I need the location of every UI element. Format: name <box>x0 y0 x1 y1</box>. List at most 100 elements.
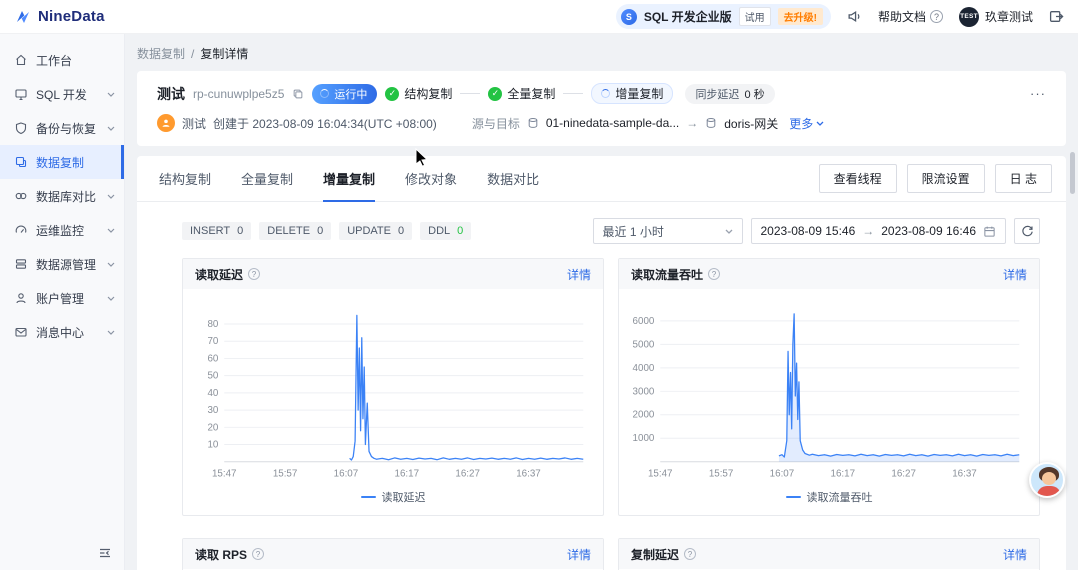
dml-counters: INSERT0 DELETE0 UPDATE0 DDL0 <box>182 222 471 240</box>
sidebar-item-datasource[interactable]: 数据源管理 <box>0 247 124 281</box>
refresh-button[interactable] <box>1014 218 1040 244</box>
chart-header: 读取延迟 ? 详情 <box>183 259 603 289</box>
log-button[interactable]: 日 志 <box>995 164 1052 193</box>
source-datasource[interactable]: 01-ninedata-sample-da... <box>546 116 679 130</box>
sidebar-item-message-center[interactable]: 消息中心 <box>0 315 124 349</box>
creator-avatar <box>157 114 175 132</box>
view-threads-button[interactable]: 查看线程 <box>819 164 897 193</box>
date-to: 2023-08-09 16:46 <box>881 224 976 238</box>
time-range-select[interactable]: 最近 1 小时 <box>593 218 743 244</box>
help-icon[interactable]: ? <box>248 268 260 280</box>
svg-text:70: 70 <box>207 336 218 347</box>
detail-link[interactable]: 详情 <box>1003 266 1027 283</box>
target-datasource[interactable]: doris-网关 <box>724 115 778 132</box>
sync-delay-label: 同步延迟 <box>695 86 739 102</box>
tab-incremental-replication[interactable]: 增量复制 <box>323 156 375 202</box>
db-compare-icon <box>14 189 28 203</box>
step-structure: ✓ 结构复制 <box>385 85 452 102</box>
help-icon[interactable]: ? <box>708 268 720 280</box>
svg-text:15:47: 15:47 <box>212 468 237 479</box>
ninedata-app: NineData S SQL 开发企业版 试用 去升级! 帮助文档 ? TEST… <box>0 0 1078 570</box>
date-range-picker[interactable]: 2023-08-09 15:46 → 2023-08-09 16:46 <box>751 218 1007 244</box>
update-counter: UPDATE0 <box>339 222 412 240</box>
copy-icon[interactable] <box>292 88 304 100</box>
backup-restore-icon <box>14 121 28 135</box>
sidebar-item-workbench[interactable]: 工作台 <box>0 43 124 77</box>
breadcrumb-separator: / <box>191 47 194 61</box>
help-docs-link[interactable]: 帮助文档 ? <box>878 8 943 25</box>
breadcrumb-section[interactable]: 数据复制 <box>137 47 185 61</box>
sidebar-item-backup-restore[interactable]: 备份与恢复 <box>0 111 124 145</box>
sidebar-item-account[interactable]: 账户管理 <box>0 281 124 315</box>
more-toggle[interactable]: 更多 <box>789 115 824 132</box>
product-name: SQL 开发企业版 <box>644 8 732 25</box>
tab-data-compare[interactable]: 数据对比 <box>487 156 539 202</box>
upgrade-link[interactable]: 去升级! <box>778 8 823 25</box>
database-icon <box>705 117 717 129</box>
sidebar-item-label: SQL 开发 <box>36 86 87 103</box>
sidebar-item-label: 数据库对比 <box>36 188 96 205</box>
ninedata-logo[interactable]: NineData <box>14 8 105 26</box>
created-at: 创建于 2023-08-09 16:04:34(UTC +08:00) <box>213 115 437 132</box>
console-switch-icon[interactable] <box>1049 9 1064 24</box>
sidebar-item-ops-monitor[interactable]: 运维监控 <box>0 213 124 247</box>
support-avatar[interactable] <box>1029 462 1065 498</box>
task-name: 测试 <box>157 84 185 104</box>
chart-header: 复制延迟 ? 详情 <box>619 539 1039 569</box>
chart-title: 读取延迟 <box>195 266 243 283</box>
chevron-down-icon <box>107 92 115 97</box>
filter-bar: INSERT0 DELETE0 UPDATE0 DDL0 最近 1 小时 202… <box>182 218 1040 244</box>
tab-actions: 查看线程 限流设置 日 志 <box>819 164 1052 193</box>
more-actions-menu[interactable]: ··· <box>1030 86 1046 101</box>
chart-legend[interactable]: 读取流量吞吐 <box>619 487 1039 515</box>
svg-text:16:17: 16:17 <box>831 468 856 479</box>
line-chart: 10002000300040005000600015:4715:5716:071… <box>621 295 1033 487</box>
svg-text:5000: 5000 <box>633 339 655 350</box>
legend-line-icon <box>786 496 801 498</box>
creator-name: 测试 <box>182 115 206 132</box>
collapse-sidebar-button[interactable] <box>96 544 114 562</box>
step-connector <box>563 93 583 94</box>
help-icon[interactable]: ? <box>684 548 696 560</box>
svg-text:80: 80 <box>207 319 218 330</box>
tab-modify-objects[interactable]: 修改对象 <box>405 156 457 202</box>
account-icon <box>14 291 28 305</box>
sidebar-item-sql-dev[interactable]: SQL 开发 <box>0 77 124 111</box>
svg-text:16:17: 16:17 <box>395 468 420 479</box>
product-badge[interactable]: S SQL 开发企业版 试用 去升级! <box>616 4 831 29</box>
topbar-right: S SQL 开发企业版 试用 去升级! 帮助文档 ? TEST 玖章测试 <box>616 4 1064 29</box>
chart-legend[interactable]: 读取延迟 <box>183 487 603 515</box>
announcement-icon[interactable] <box>847 9 862 24</box>
svg-text:1000: 1000 <box>633 433 655 444</box>
tab-structure-replication[interactable]: 结构复制 <box>159 156 211 202</box>
chart-read-latency: 读取延迟 ? 详情 102030405060708015:4715:5716:0… <box>182 258 604 516</box>
help-icon[interactable]: ? <box>252 548 264 560</box>
status-label: 运行中 <box>334 86 367 102</box>
svg-text:2000: 2000 <box>633 410 655 421</box>
detail-link[interactable]: 详情 <box>567 266 591 283</box>
sidebar-item-data-replication[interactable]: 数据复制 <box>0 145 124 179</box>
svg-text:16:27: 16:27 <box>891 468 916 479</box>
spinner-icon <box>601 89 610 98</box>
chart-title: 读取流量吞吐 <box>631 266 703 283</box>
step-label: 全量复制 <box>507 85 555 102</box>
sidebar-item-db-compare[interactable]: 数据库对比 <box>0 179 124 213</box>
task-header-row: 测试 rp-cunuwplpe5z5 运行中 ✓ 结构复制 ✓ 全量复制 <box>157 83 1046 104</box>
task-meta-row: 测试 创建于 2023-08-09 16:04:34(UTC +08:00) 源… <box>157 114 1046 132</box>
chart-read-throughput: 读取流量吞吐 ? 详情 10002000300040005000600015:4… <box>618 258 1040 516</box>
sidebar-item-label: 账户管理 <box>36 290 84 307</box>
detail-link[interactable]: 详情 <box>567 546 591 563</box>
detail-link[interactable]: 详情 <box>1003 546 1027 563</box>
chart-replication-latency: 复制延迟 ? 详情 <box>618 538 1040 570</box>
status-badge: 运行中 <box>312 84 377 104</box>
user-menu[interactable]: TEST 玖章测试 <box>959 7 1033 27</box>
svg-text:4000: 4000 <box>633 363 655 374</box>
rate-limit-button[interactable]: 限流设置 <box>907 164 985 193</box>
question-icon: ? <box>930 10 943 23</box>
datasource-icon <box>14 257 28 271</box>
tab-full-replication[interactable]: 全量复制 <box>241 156 293 202</box>
scrollbar-thumb[interactable] <box>1070 152 1075 194</box>
chart-plot: 102030405060708015:4715:5716:0716:1716:2… <box>183 289 603 487</box>
insert-counter: INSERT0 <box>182 222 251 240</box>
sync-delay-value: 0 秒 <box>744 86 764 102</box>
